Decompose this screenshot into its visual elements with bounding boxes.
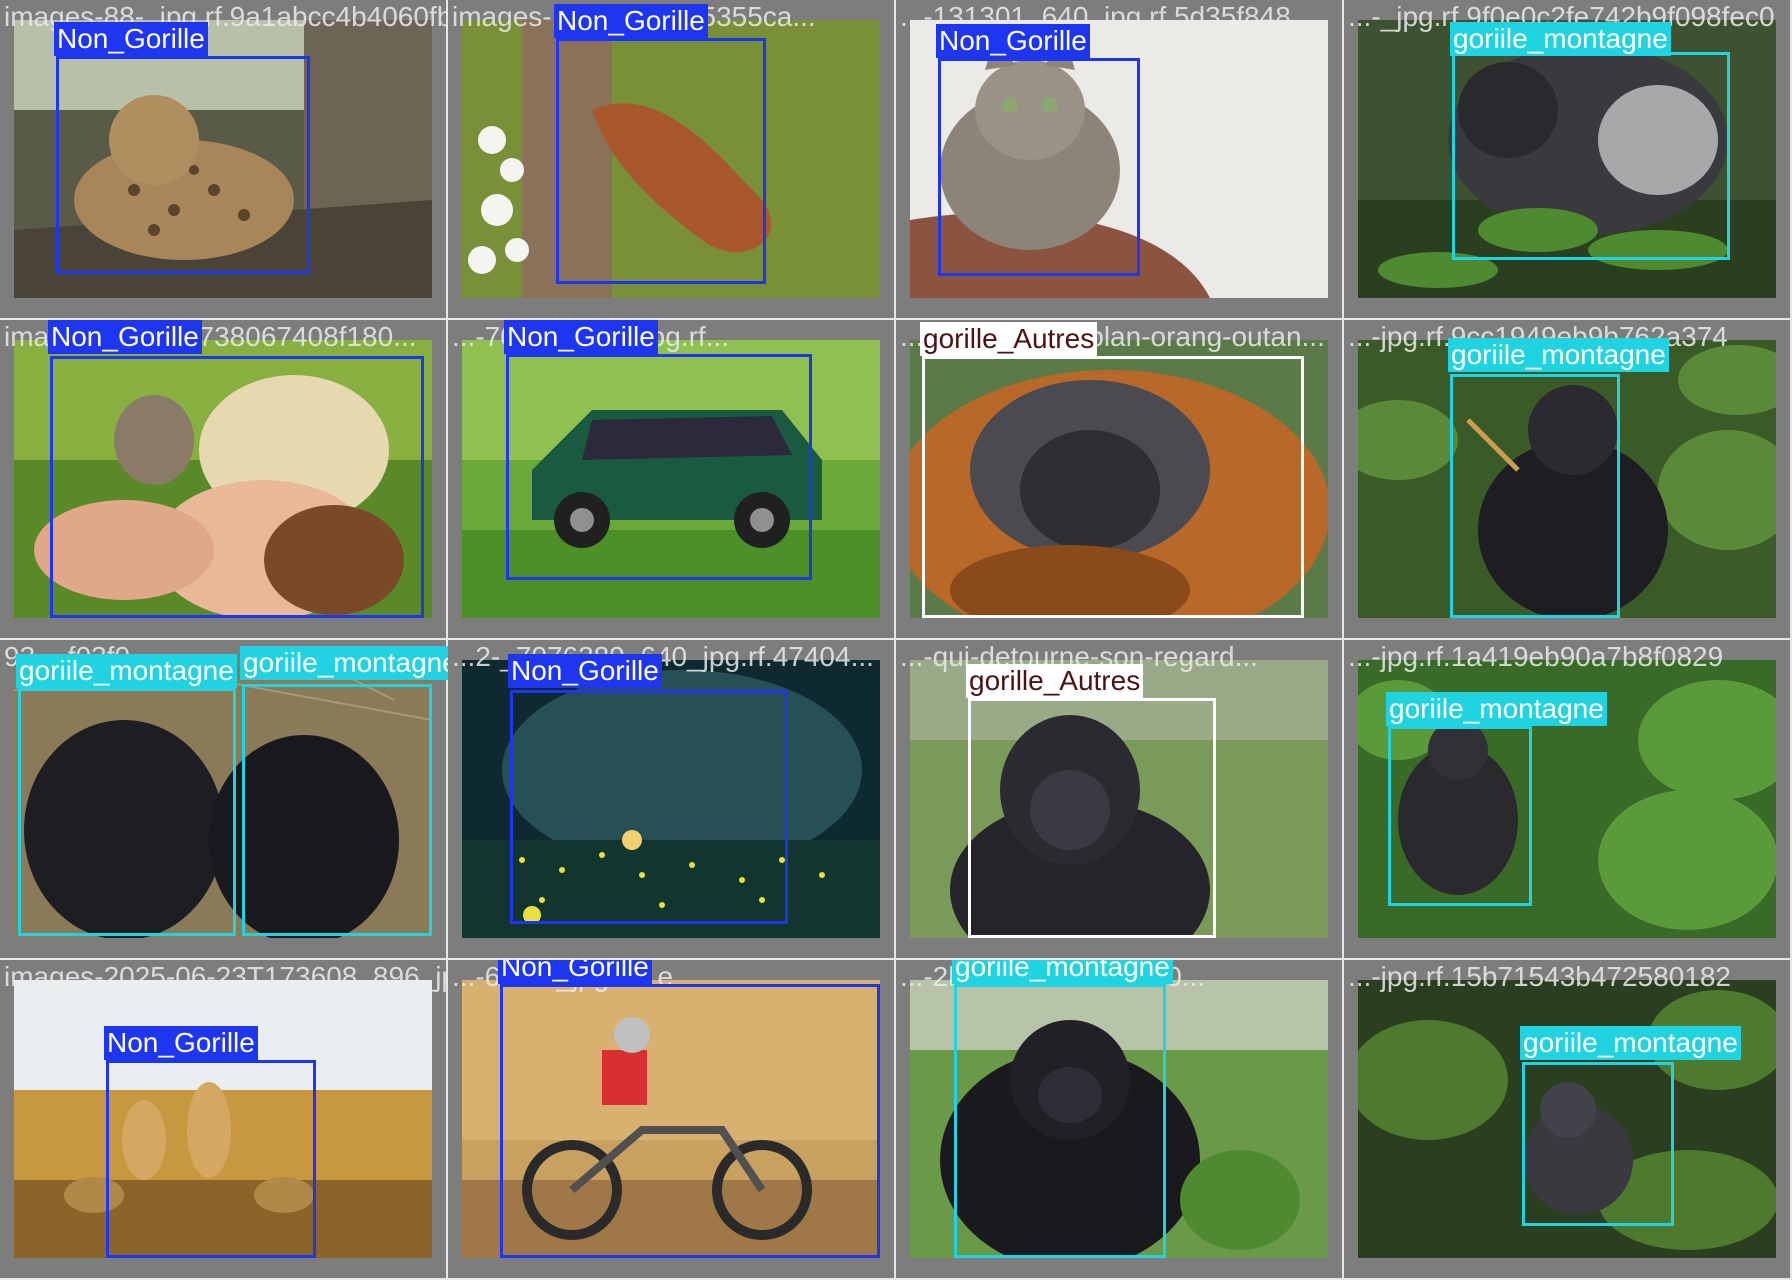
tile-13[interactable]: images-2025-06-23T173608_896_jpg... Non_… bbox=[0, 960, 448, 1280]
detection-box bbox=[50, 356, 424, 618]
detection-box bbox=[106, 1060, 316, 1258]
tile-8[interactable]: ...-jpg.rf.9cc1949eb9b762a374 goriile_mo… bbox=[1344, 320, 1792, 640]
file-name: ...-jpg.rf.15b71543b472580182 bbox=[1348, 961, 1731, 992]
tile-11[interactable]: ...-qui-detourne-son-regard... gorille_A… bbox=[896, 640, 1344, 960]
detection-label: Non_Gorille bbox=[508, 654, 662, 688]
tile-9[interactable]: 93-...f03f0... goriile_montagne goriile_… bbox=[0, 640, 448, 960]
detection-label: goriile_montagne bbox=[16, 654, 237, 688]
detection-label: Non_Gorille bbox=[498, 960, 652, 984]
detection-box bbox=[56, 56, 310, 274]
tile-2[interactable]: images-11-...-6b0ad5355ca... Non_Gorille bbox=[448, 0, 896, 320]
file-name: ...-jpg.rf.1a419eb90a7b8f0829 bbox=[1348, 641, 1724, 672]
tile-12[interactable]: ...-jpg.rf.1a419eb90a7b8f0829 goriile_mo… bbox=[1344, 640, 1792, 960]
detection-label: Non_Gorille bbox=[554, 4, 708, 38]
detection-box bbox=[556, 38, 766, 284]
detection-box bbox=[1452, 52, 1730, 260]
tile-16[interactable]: ...-jpg.rf.15b71543b472580182 goriile_mo… bbox=[1344, 960, 1792, 1280]
detection-box bbox=[954, 984, 1166, 1258]
detection-box bbox=[506, 354, 812, 580]
tile-10[interactable]: ...2-_7076389_640_jpg.rf.47404... Non_Go… bbox=[448, 640, 896, 960]
detection-label: gorille_Autres bbox=[920, 322, 1098, 356]
detection-box bbox=[922, 356, 1304, 618]
detection-label: Non_Gorille bbox=[936, 24, 1090, 58]
detection-label: goriile_montagne bbox=[1448, 338, 1669, 372]
detection-label: goriile_montagne bbox=[1450, 22, 1671, 56]
detection-label: goriile_montagne bbox=[1520, 1026, 1741, 1060]
detection-label: goriile_montagne bbox=[952, 960, 1173, 984]
detection-box bbox=[510, 690, 788, 924]
detection-label: Non_Gorille bbox=[104, 1026, 258, 1060]
detection-label: Non_Gorille bbox=[54, 22, 208, 56]
detection-box bbox=[1388, 726, 1532, 906]
detection-box bbox=[1522, 1062, 1674, 1226]
detection-label: goriile_montagne bbox=[240, 646, 448, 680]
tile-14[interactable]: ...-640-4_jpg.rf.1e Non_Gorille bbox=[448, 960, 896, 1280]
file-name: images-2025-06-23T173608_896_jpg... bbox=[4, 961, 448, 992]
detection-box bbox=[1450, 374, 1620, 618]
detection-label: goriile_montagne bbox=[1386, 692, 1607, 726]
tile-15[interactable]: ...-2b10...-27c6072de0... goriile_montag… bbox=[896, 960, 1344, 1280]
tile-6[interactable]: ...-702_640-3-_jpg.rf... Non_Gorille bbox=[448, 320, 896, 640]
tile-4[interactable]: ...-_jpg.rf.9f0e0c2fe742b9f098fec0 gorii… bbox=[1344, 0, 1792, 320]
detection-box bbox=[18, 688, 236, 936]
tile-5[interactable]: images-...rf.673738067408f180... Non_Gor… bbox=[0, 320, 448, 640]
tile-7[interactable]: ...-animal-gros-plan-orang-outan... gori… bbox=[896, 320, 1344, 640]
detection-box bbox=[968, 698, 1216, 938]
detection-label: gorille_Autres bbox=[966, 664, 1144, 698]
tile-3[interactable]: ...-131301_640_jpg.rf.5d35f848... Non_Go… bbox=[896, 0, 1344, 320]
tile-1[interactable]: images-88-_jpg.rf.9a1abcc4b4060fba44... … bbox=[0, 0, 448, 320]
detection-box bbox=[500, 984, 880, 1258]
detection-label: Non_Gorille bbox=[504, 320, 658, 354]
detection-box bbox=[938, 58, 1140, 276]
detection-label: Non_Gorille bbox=[48, 320, 202, 354]
detection-box bbox=[242, 684, 432, 936]
